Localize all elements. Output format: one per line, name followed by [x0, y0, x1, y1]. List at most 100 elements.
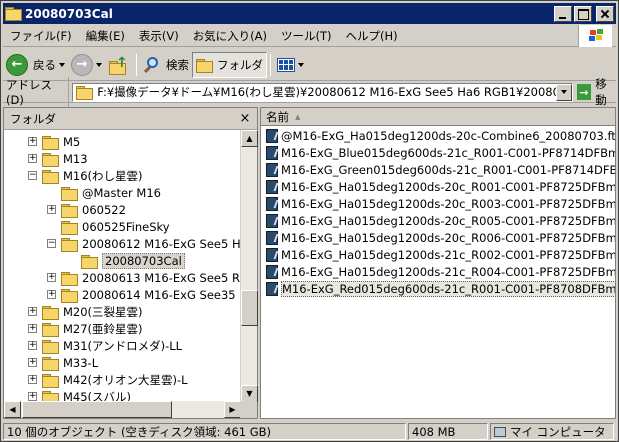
expand-icon[interactable]: + [28, 137, 37, 146]
tree-item[interactable]: M42(オリオン大星雲)-L [42, 371, 188, 389]
tree-item[interactable]: M5 [42, 133, 80, 151]
expand-icon[interactable]: + [47, 205, 56, 214]
back-label: 戻る [33, 57, 56, 72]
scroll-right-button[interactable]: ▶ [224, 401, 241, 418]
tree-vertical-scrollbar[interactable]: ▲ ▼ [240, 130, 258, 402]
file-row[interactable]: M16-ExG_Blue015deg600ds-21c_R001-C001-PF… [266, 144, 615, 161]
tree-item-label: 060522 [82, 203, 126, 217]
expand-icon[interactable]: + [28, 341, 37, 350]
tree-item[interactable]: M27(亜鈴星雲) [42, 320, 143, 338]
close-button[interactable] [596, 5, 614, 22]
expand-icon[interactable]: + [28, 154, 37, 163]
search-label: 検索 [166, 57, 189, 72]
file-row[interactable]: M16-ExG_Red015deg600ds-21c_R001-C001-PF8… [266, 281, 615, 298]
back-dropdown-icon[interactable] [59, 62, 65, 67]
menu-help[interactable]: ヘルプ(H) [339, 28, 405, 44]
expand-icon[interactable]: + [28, 392, 37, 401]
file-row[interactable]: M16-ExG_Ha015deg1200ds-21c_R004-C001-PF8… [266, 264, 615, 281]
folder-icon [61, 220, 78, 235]
scroll-up-button[interactable]: ▲ [241, 130, 258, 147]
tree-item[interactable]: 20080612 M16-ExG See5 Ha6 RGB1 [61, 235, 241, 253]
maximize-button[interactable] [574, 5, 592, 22]
views-button[interactable] [274, 52, 307, 78]
forward-button[interactable]: → [68, 52, 105, 78]
file-row[interactable]: M16-ExG_Ha015deg1200ds-20c_R006-C001-PF8… [266, 230, 615, 247]
menu-edit[interactable]: 編集(E) [79, 28, 132, 44]
tree-item[interactable]: 20080703Cal [81, 252, 185, 270]
file-row[interactable]: M16-ExG_Green015deg600ds-21c_R001-C001-P… [266, 161, 615, 178]
menu-view[interactable]: 表示(V) [132, 28, 186, 44]
tree-item[interactable]: 060525FineSky [61, 218, 170, 236]
address-folder-icon [76, 85, 94, 100]
file-row[interactable]: @M16-ExG_Ha015deg1200ds-20c-Combine6_200… [266, 127, 615, 144]
address-label: アドレス(D) [3, 77, 70, 107]
go-button[interactable]: → 移動 [576, 76, 616, 108]
close-icon[interactable]: × [237, 111, 253, 127]
name-column-header[interactable]: 名前 ▲ [261, 108, 615, 126]
name-column-label: 名前 [266, 109, 289, 124]
address-dropdown-button[interactable] [555, 83, 572, 101]
folder-pane-title: フォルダ [10, 111, 56, 126]
expand-icon[interactable]: + [28, 307, 37, 316]
tree-item[interactable]: 20080613 M16-ExG See5 R [61, 269, 240, 287]
file-row[interactable]: M16-ExG_Ha015deg1200ds-20c_R005-C001-PF8… [266, 213, 615, 230]
menu-favorites[interactable]: お気に入り(A) [186, 28, 274, 44]
go-label: 移動 [595, 77, 607, 107]
expand-icon[interactable]: + [28, 358, 37, 367]
back-button[interactable]: ← 戻る [3, 52, 68, 78]
tree-item[interactable]: M20(三裂星雲) [42, 303, 143, 321]
fits-file-icon [266, 162, 278, 177]
explorer-window: 20080703Cal ファイル(F) 編集(E) 表示(V) お気に入り(A)… [0, 0, 619, 442]
folders-label: フォルダ [217, 57, 263, 72]
expand-icon[interactable]: + [28, 324, 37, 333]
file-row[interactable]: M16-ExG_Ha015deg1200ds-21c_R002-C001-PF8… [266, 247, 616, 264]
file-row[interactable]: M16-ExG_Ha015deg1200ds-20c_R001-C001-PF8… [266, 178, 615, 195]
file-name: M16-ExG_Red015deg600ds-21c_R001-C001-PF8… [281, 281, 615, 298]
file-name: M16-ExG_Ha015deg1200ds-21c_R002-C001-PF8… [281, 248, 616, 263]
computer-icon [494, 426, 506, 437]
tree-item[interactable]: M16(わし星雲) [42, 167, 143, 185]
tree-item[interactable]: 20080614 M16-ExG See35 RGB [61, 286, 241, 304]
tree-horizontal-scrollbar[interactable]: ◀ ▶ [4, 401, 241, 418]
address-field[interactable]: F:¥撮像データ¥ドーム¥M16(わし星雲)¥20080612 M16-ExG … [72, 82, 573, 102]
folder-icon [42, 356, 59, 371]
collapse-icon[interactable]: − [28, 171, 37, 180]
scroll-down-button[interactable]: ▼ [241, 385, 258, 402]
collapse-icon[interactable]: − [47, 239, 56, 248]
expand-icon[interactable]: + [47, 273, 56, 282]
expand-icon[interactable]: + [47, 290, 56, 299]
tree-item[interactable]: M33-L [42, 354, 98, 372]
back-arrow-icon: ← [6, 53, 28, 76]
address-bar: アドレス(D) F:¥撮像データ¥ドーム¥M16(わし星雲)¥20080612 … [3, 77, 616, 107]
menu-tools[interactable]: ツール(T) [274, 28, 339, 44]
fits-file-icon [266, 248, 278, 263]
folder-icon [42, 135, 59, 150]
tree-item-label: M20(三裂星雲) [63, 305, 143, 319]
expand-icon[interactable]: + [28, 375, 37, 384]
folders-button[interactable]: フォルダ [192, 51, 267, 78]
scroll-left-button[interactable]: ◀ [4, 401, 21, 418]
tree-item[interactable]: M13 [42, 150, 88, 168]
hscroll-thumb[interactable] [22, 401, 172, 418]
folder-tree: + M5 + M13 − M16(わし星雲) @Master M16 +060522 06052… [4, 130, 241, 402]
menu-file[interactable]: ファイル(F) [3, 28, 79, 44]
tree-item[interactable]: M31(アンドロメダ)-LL [42, 337, 182, 355]
file-row[interactable]: M16-ExG_Ha015deg1200ds-20c_R003-C001-PF8… [266, 195, 615, 212]
forward-dropdown-icon[interactable] [96, 62, 102, 67]
scroll-thumb[interactable] [241, 290, 258, 326]
search-button[interactable]: 検索 [140, 52, 192, 78]
folder-icon [42, 322, 59, 337]
fits-file-icon [266, 214, 278, 228]
views-grid-icon [277, 57, 295, 72]
minimize-button[interactable] [554, 5, 572, 22]
tree-item-label: 20080614 M16-ExG See35 RGB [82, 288, 241, 302]
tree-item-label: M42(オリオン大星雲)-L [63, 373, 188, 387]
tree-item-label: 20080612 M16-ExG See5 Ha6 RGB1 [82, 237, 241, 251]
tree-item[interactable]: 060522 [61, 201, 126, 219]
tree-item[interactable]: @Master M16 [61, 184, 161, 202]
title-bar[interactable]: 20080703Cal [3, 3, 616, 24]
tree-item[interactable]: M45(スバル) [42, 388, 131, 402]
fits-file-icon [266, 128, 278, 143]
views-dropdown-icon[interactable] [298, 62, 304, 67]
up-folder-button[interactable]: ↑ [105, 52, 133, 78]
